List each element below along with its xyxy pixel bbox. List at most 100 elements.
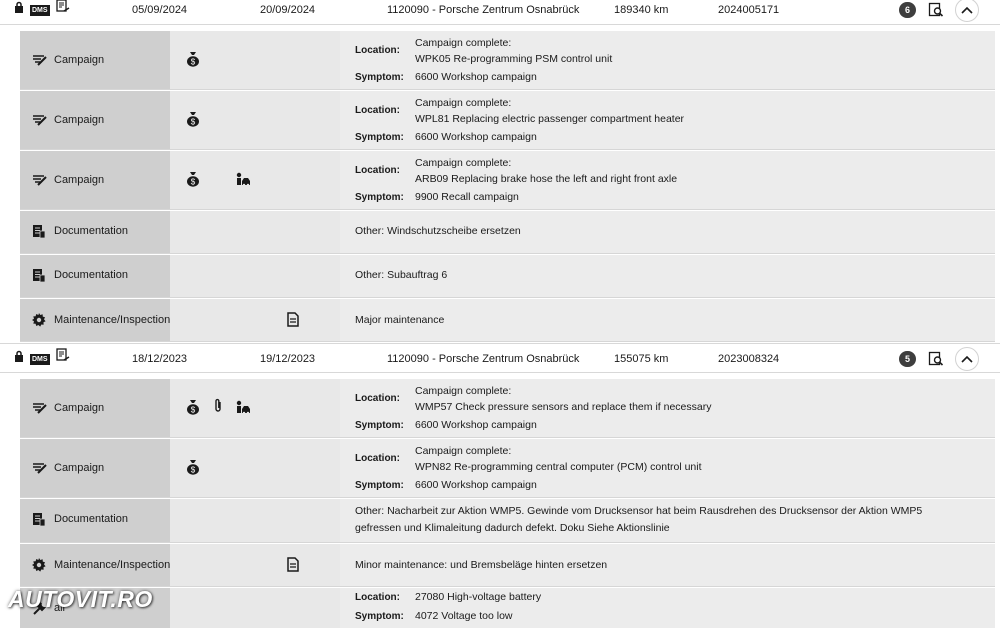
location-label: Location: — [355, 45, 400, 56]
campaign-icon — [33, 115, 47, 126]
location-line-2: WPN82 Re-programming central computer (P… — [415, 461, 702, 473]
symptom-label: Symptom: — [355, 611, 404, 622]
visit-mileage: 155075 km — [614, 353, 669, 365]
row-type-label: Campaign — [54, 114, 105, 126]
documentation-icon — [33, 225, 46, 239]
svg-text:$: $ — [191, 466, 196, 475]
lock-icon — [14, 0, 24, 25]
visit-start-date: 18/12/2023 — [132, 353, 188, 365]
table-row[interactable]: air Location: 27080 High-voltage battery… — [20, 588, 995, 628]
svg-text:$: $ — [191, 58, 196, 67]
visit-dealer: 1120090 - Porsche Zentrum Osnabrück — [387, 4, 580, 16]
chevron-up-icon — [961, 6, 973, 14]
location-label: Location: — [355, 105, 400, 116]
visit-mileage: 189340 km — [614, 4, 669, 16]
svg-text:$: $ — [191, 406, 196, 415]
symptom-value: 4072 Voltage too low — [415, 610, 513, 622]
symptom-value: 6600 Workshop campaign — [415, 419, 537, 431]
visit-status-icons: DMS — [14, 344, 70, 374]
money-bag-icon: $ — [187, 112, 199, 127]
collapse-button[interactable] — [955, 0, 979, 22]
visit-end-date: 19/12/2023 — [260, 353, 316, 365]
search-icon — [928, 2, 944, 17]
chevron-up-icon — [961, 355, 973, 363]
row-type-label: Documentation — [54, 225, 128, 237]
symptom-value: 9900 Recall campaign — [415, 191, 519, 203]
watermark-logo: AUTOVIT.RO — [8, 586, 153, 612]
svg-text:$: $ — [191, 178, 196, 187]
symptom-label: Symptom: — [355, 480, 404, 491]
documentation-icon — [33, 269, 46, 283]
location-line-2: WPL81 Replacing electric passenger compa… — [415, 113, 685, 125]
search-document-button[interactable] — [924, 0, 948, 22]
campaign-icon — [33, 175, 47, 186]
location-line-1: Campaign complete: — [415, 445, 512, 457]
row-type-label: Maintenance/Inspection — [54, 314, 171, 326]
location-line-1: Campaign complete: — [415, 97, 512, 109]
row-type-label: Documentation — [54, 269, 128, 281]
table-row[interactable]: Campaign $ Campaign complete: Location: … — [20, 379, 995, 438]
document-sign-icon — [55, 0, 70, 25]
visit-end-date: 20/09/2024 — [260, 4, 316, 16]
svg-text:$: $ — [191, 118, 196, 127]
row-type-label: Campaign — [54, 54, 105, 66]
person-car-icon — [236, 172, 250, 187]
symptom-value: 6600 Workshop campaign — [415, 131, 537, 143]
visit-header[interactable]: DMS 18/12/2023 19/12/2023 1120090 - Pors… — [0, 343, 1000, 373]
item-count-badge: 6 — [899, 2, 916, 18]
service-history-page: DMS 05/09/2024 20/09/2024 1120090 - Pors… — [0, 0, 1000, 628]
symptom-value: 6600 Workshop campaign — [415, 479, 537, 491]
campaign-icon — [33, 403, 47, 414]
symptom-label: Symptom: — [355, 72, 404, 83]
note-icon[interactable] — [287, 557, 299, 572]
visit-order-number: 2024005171 — [718, 4, 780, 16]
paperclip-icon[interactable] — [213, 398, 223, 414]
table-row[interactable]: Campaign $ Campaign complete: Location: … — [20, 91, 995, 150]
row-type-label: Documentation — [54, 513, 128, 525]
money-bag-icon: $ — [187, 460, 199, 475]
documentation-icon — [33, 513, 46, 527]
gear-icon — [32, 558, 46, 572]
location-label: Location: — [355, 592, 400, 603]
visit-start-date: 05/09/2024 — [132, 4, 188, 16]
dms-icon: DMS — [30, 353, 50, 365]
campaign-icon — [33, 55, 47, 66]
note-icon[interactable] — [287, 312, 299, 327]
table-row[interactable]: Maintenance/Inspection Minor maintenance… — [20, 544, 995, 587]
location-line-2: ARB09 Replacing brake hose the left and … — [415, 173, 678, 185]
table-row[interactable]: Documentation Other: Windschutzscheibe e… — [20, 211, 995, 254]
lock-icon — [14, 344, 24, 374]
visit-order-number: 2023008324 — [718, 353, 780, 365]
table-row[interactable]: Documentation Other: Subauftrag 6 — [20, 255, 995, 298]
person-car-icon — [236, 400, 250, 415]
location-line-1: Campaign complete: — [415, 385, 512, 397]
location-label: Location: — [355, 393, 400, 404]
table-row[interactable]: Documentation Other: Nacharbeit zur Akti… — [20, 499, 995, 543]
row-type-label: Campaign — [54, 402, 105, 414]
location-label: Location: — [355, 165, 400, 176]
table-row[interactable]: Campaign $ Campaign complete: Location: … — [20, 31, 995, 90]
visit-status-icons: DMS — [14, 0, 70, 25]
row-type-label: Campaign — [54, 174, 105, 186]
table-row[interactable]: Campaign $ Campaign complete: Location: … — [20, 439, 995, 498]
location-line-2: WMP57 Check pressure sensors and replace… — [415, 401, 712, 413]
documentation-text: Other: Subauftrag 6 — [355, 269, 448, 281]
gear-icon — [32, 313, 46, 327]
symptom-label: Symptom: — [355, 132, 404, 143]
location-line-1: Campaign complete: — [415, 37, 512, 49]
location-value: 27080 High-voltage battery — [415, 591, 542, 603]
documentation-text: Other: Nacharbeit zur Aktion WMP5. Gewin… — [355, 505, 923, 534]
collapse-button[interactable] — [955, 347, 979, 371]
campaign-icon — [33, 463, 47, 474]
maintenance-text: Major maintenance — [355, 314, 445, 326]
money-bag-icon: $ — [187, 400, 199, 415]
visit-header[interactable]: DMS 05/09/2024 20/09/2024 1120090 - Pors… — [0, 0, 1000, 25]
money-bag-icon: $ — [187, 172, 199, 187]
table-row[interactable]: Campaign $ Campaign complete: Location: … — [20, 151, 995, 210]
table-row[interactable]: Maintenance/Inspection Major maintenance — [20, 299, 995, 342]
row-type-label: Campaign — [54, 462, 105, 474]
location-label: Location: — [355, 453, 400, 464]
symptom-value: 6600 Workshop campaign — [415, 71, 537, 83]
visit-dealer: 1120090 - Porsche Zentrum Osnabrück — [387, 353, 580, 365]
search-document-button[interactable] — [924, 347, 948, 371]
